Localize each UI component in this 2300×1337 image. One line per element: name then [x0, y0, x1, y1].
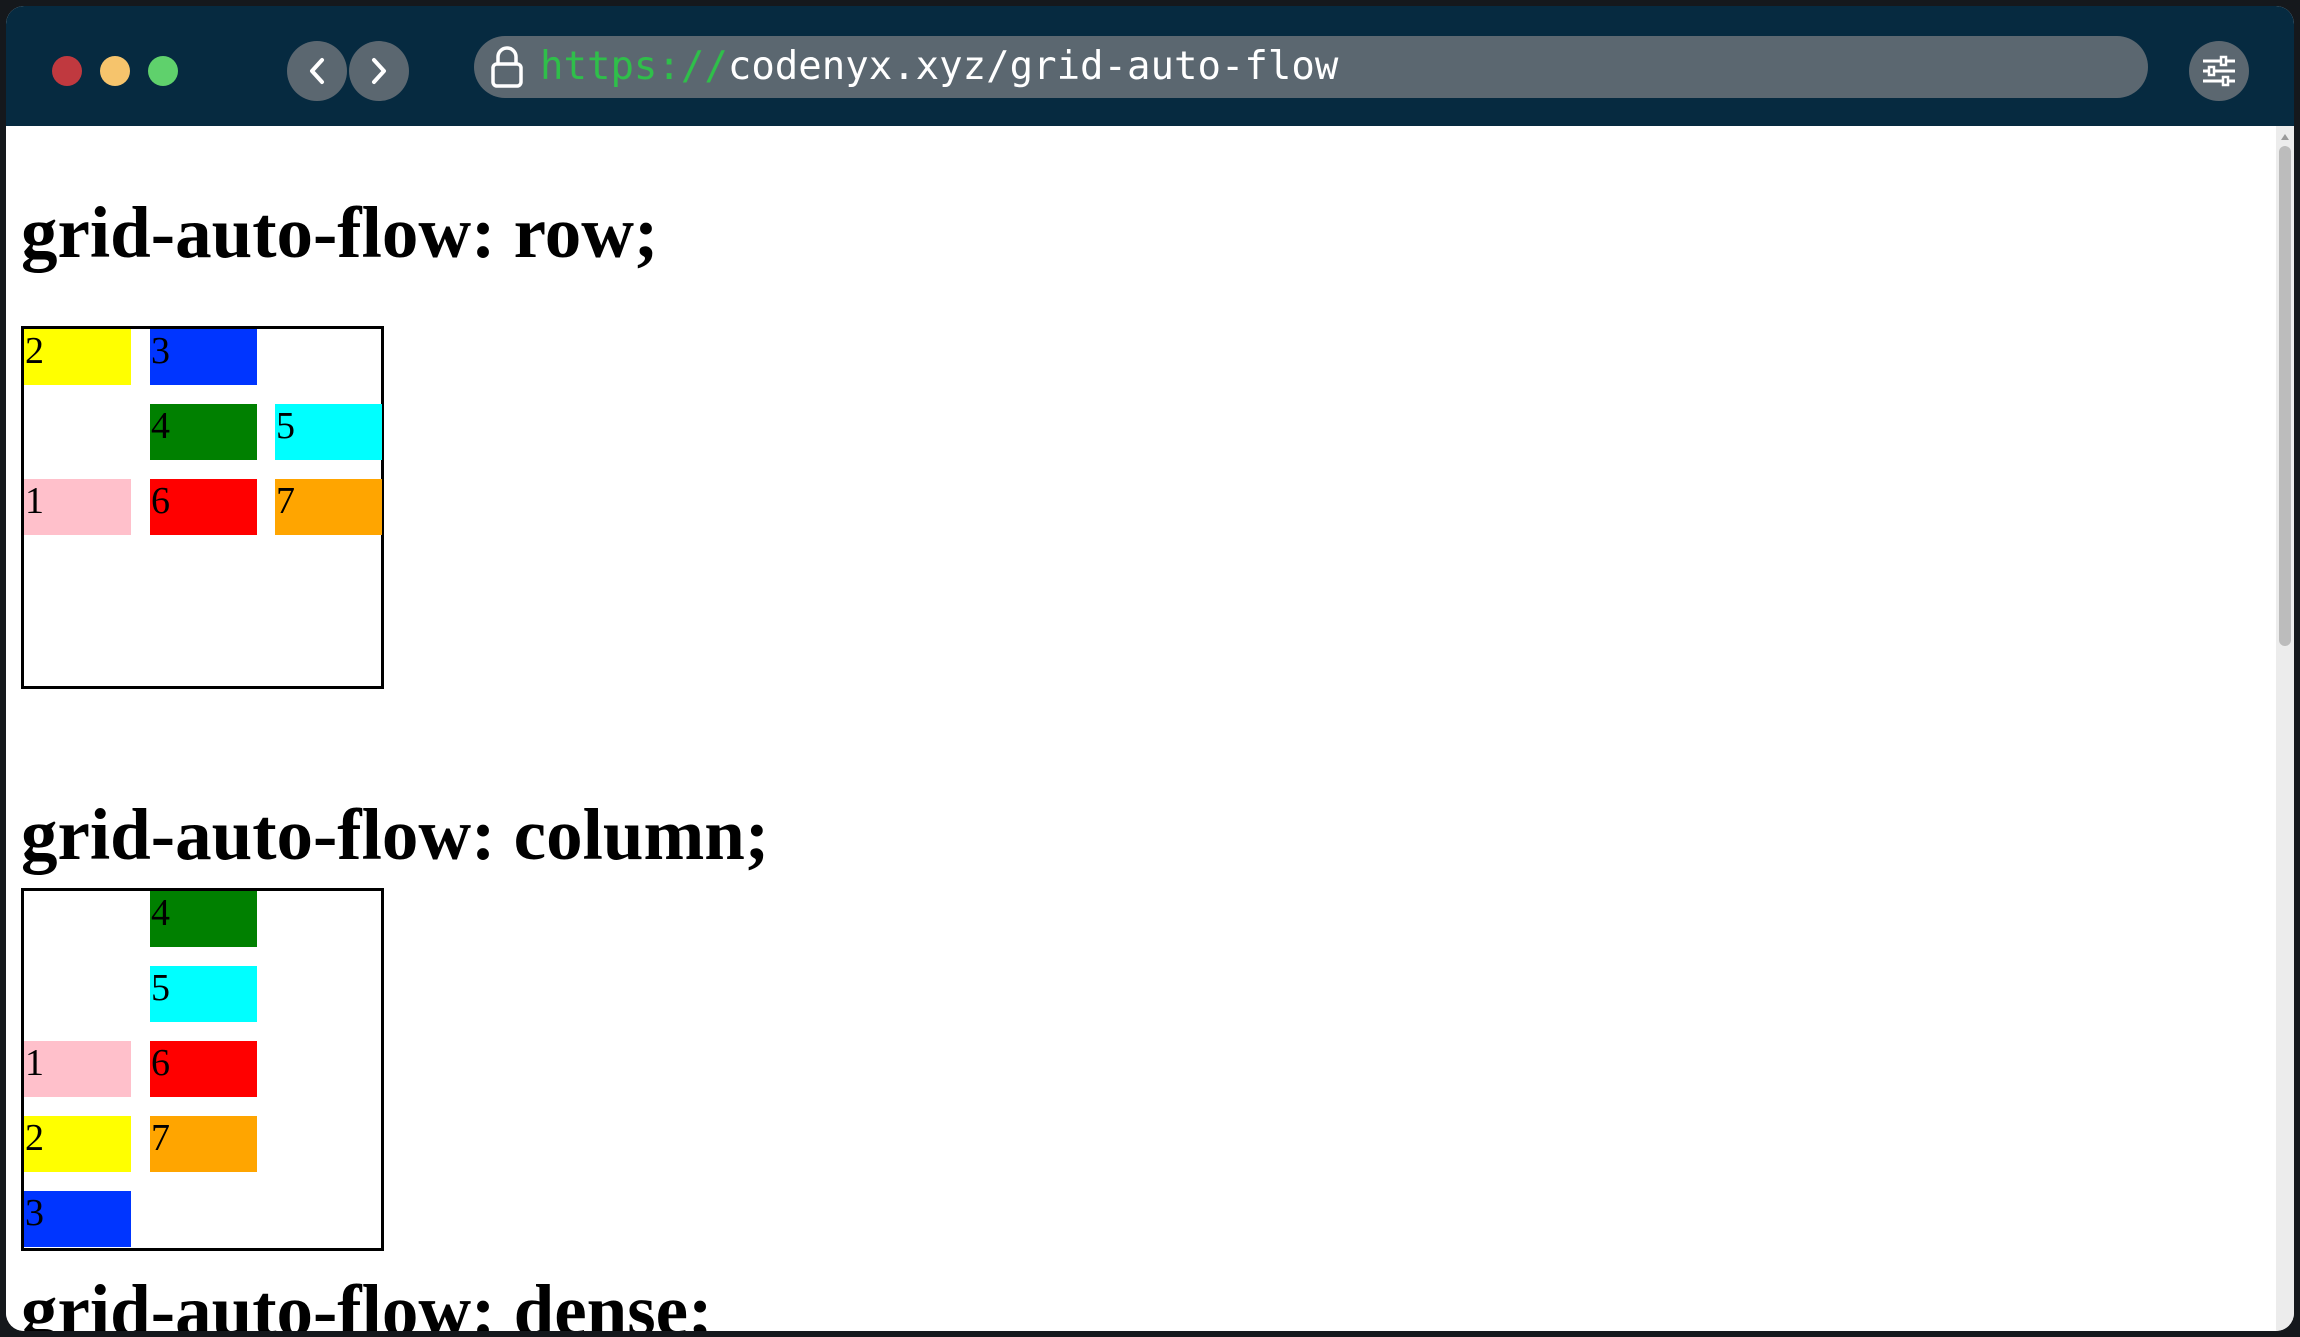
grid-item-label: 2 [25, 330, 44, 372]
grid-item: 2 [24, 329, 131, 385]
browser-window: https://codenyx.xyz/grid-auto-flow grid-… [6, 6, 2294, 1331]
maximize-window-button[interactable] [148, 56, 178, 86]
minimize-window-button[interactable] [100, 56, 130, 86]
grid-item-label: 2 [25, 1117, 44, 1159]
grid-item: 1 [24, 1041, 131, 1097]
section-heading-row: grid-auto-flow: row; [21, 192, 659, 273]
address-bar[interactable]: https://codenyx.xyz/grid-auto-flow [474, 36, 2148, 98]
page-scrollbar[interactable] [2276, 126, 2294, 1331]
forward-icon [372, 58, 386, 84]
grid-item-label: 5 [276, 405, 295, 447]
back-button[interactable] [287, 41, 347, 101]
back-icon [310, 58, 324, 84]
grid-item: 7 [275, 479, 382, 535]
grid-item: 6 [150, 1041, 257, 1097]
grid-item-label: 7 [151, 1117, 170, 1159]
scroll-up-icon[interactable] [2281, 134, 2289, 140]
url-host-path: codenyx.xyz/grid-auto-flow [727, 44, 1339, 89]
grid-item: 6 [150, 479, 257, 535]
grid-item-label: 1 [25, 1042, 44, 1084]
grid-item: 3 [24, 1191, 131, 1247]
grid-item: 7 [150, 1116, 257, 1172]
forward-button[interactable] [349, 41, 409, 101]
close-window-button[interactable] [52, 56, 82, 86]
grid-item-label: 4 [151, 892, 170, 934]
settings-sliders-icon [2203, 55, 2235, 87]
grid-item: 4 [150, 891, 257, 947]
grid-item-label: 6 [151, 1042, 170, 1084]
section-heading-dense: grid-auto-flow: dense; [21, 1270, 713, 1331]
grid-container-column: 4 5 1 6 2 7 3 [21, 888, 384, 1251]
grid-item: 5 [275, 404, 382, 460]
section-heading-column: grid-auto-flow: column; [21, 794, 770, 875]
grid-item: 4 [150, 404, 257, 460]
grid-item-label: 3 [25, 1192, 44, 1234]
grid-item-label: 7 [276, 480, 295, 522]
settings-button[interactable] [2189, 41, 2249, 101]
grid-item: 5 [150, 966, 257, 1022]
url-scheme: https:// [540, 44, 728, 89]
grid-item-label: 3 [151, 330, 170, 372]
scrollbar-thumb[interactable] [2279, 146, 2291, 646]
grid-item: 1 [24, 479, 131, 535]
lock-icon [491, 46, 523, 88]
page-content: grid-auto-flow: row; 2 3 4 5 1 6 7 grid-… [6, 126, 2276, 1331]
grid-item-label: 1 [25, 480, 44, 522]
grid-item-label: 6 [151, 480, 170, 522]
url-text: https://codenyx.xyz/grid-auto-flow [540, 36, 1338, 98]
grid-item: 2 [24, 1116, 131, 1172]
grid-item-label: 4 [151, 405, 170, 447]
grid-container-row: 2 3 4 5 1 6 7 [21, 326, 384, 689]
grid-item-label: 5 [151, 967, 170, 1009]
grid-item: 3 [150, 329, 257, 385]
browser-titlebar: https://codenyx.xyz/grid-auto-flow [6, 6, 2294, 126]
